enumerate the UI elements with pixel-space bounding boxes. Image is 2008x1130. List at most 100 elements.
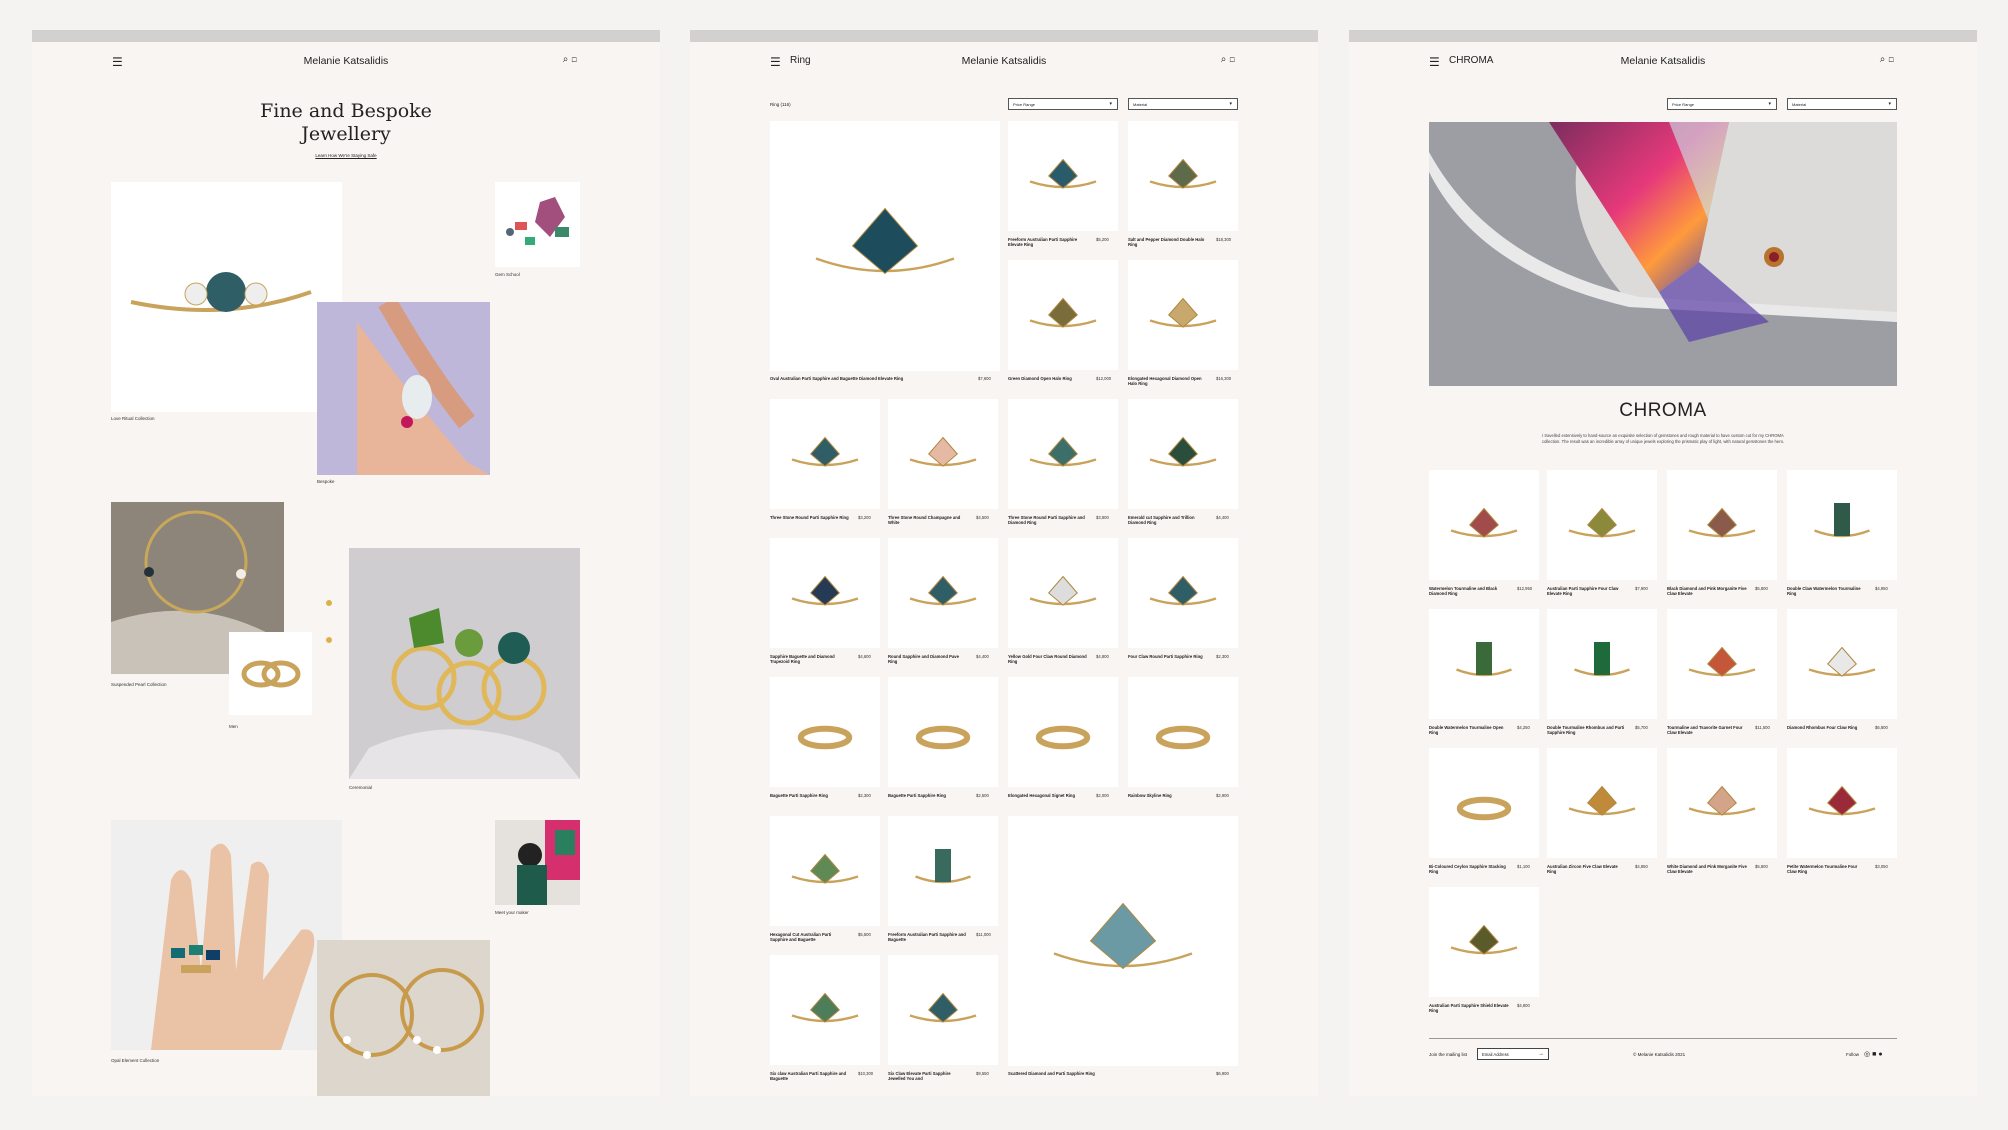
product-image[interactable] bbox=[770, 677, 880, 787]
product-name[interactable]: Watermelon Tourmaline and Black Diamond … bbox=[1429, 586, 1509, 596]
price-range-select[interactable]: Price Range ▾ bbox=[1667, 98, 1777, 110]
product-image[interactable] bbox=[1128, 260, 1238, 370]
meet-maker-image[interactable] bbox=[495, 820, 580, 905]
email-field[interactable]: Email Address → bbox=[1477, 1048, 1549, 1060]
product-name[interactable]: Emerald cut Sapphire and Trillion Diamon… bbox=[1128, 515, 1208, 525]
suspended-pearl-caption[interactable]: Suspended Pearl Collection bbox=[111, 682, 167, 687]
product-image[interactable] bbox=[1787, 470, 1897, 580]
arrow-right-icon[interactable]: → bbox=[1538, 1051, 1544, 1057]
product-name[interactable]: Round Sapphire and Diamond Pave Ring bbox=[888, 654, 968, 664]
product-name[interactable]: Hexagonal Cut Australian Parti Sapphire … bbox=[770, 932, 850, 942]
product-image[interactable] bbox=[770, 816, 880, 926]
product-name[interactable]: Baguette Parti Sapphire Ring bbox=[770, 793, 850, 798]
product-image[interactable] bbox=[1429, 470, 1539, 580]
product-name[interactable]: Double Claw Watermelon Tourmaline Ring bbox=[1787, 586, 1867, 596]
staying-safe-link[interactable]: Learn How We're Staying Safe bbox=[32, 153, 660, 158]
product-image[interactable] bbox=[1667, 470, 1777, 580]
product-name[interactable]: Australian Parti Sapphire Shield Elevate… bbox=[1429, 1003, 1509, 1013]
product-name[interactable]: Four Claw Round Parti Sapphire Ring bbox=[1128, 654, 1208, 659]
bag-icon[interactable]: ◻ bbox=[1229, 54, 1238, 65]
product-name[interactable]: Three Stone Round Champagne and White bbox=[888, 515, 968, 525]
product-name[interactable]: Freeform Australian Parti Sapphire and B… bbox=[888, 932, 968, 942]
product-image[interactable] bbox=[1429, 887, 1539, 997]
product-name[interactable]: Green Diamond Open Halo Ring bbox=[1008, 376, 1088, 381]
product-image[interactable] bbox=[1429, 609, 1539, 719]
opal-element-caption[interactable]: Opal Element Collection bbox=[111, 1058, 159, 1063]
pinterest-icon[interactable]: ● bbox=[1878, 1051, 1884, 1058]
product-image[interactable] bbox=[1008, 121, 1118, 231]
product-image[interactable] bbox=[770, 955, 880, 1065]
ceremonial-image[interactable] bbox=[349, 548, 580, 779]
price-range-select[interactable]: Price Range ▾ bbox=[1008, 98, 1118, 110]
material-select[interactable]: Material ▾ bbox=[1787, 98, 1897, 110]
product-image[interactable] bbox=[1128, 538, 1238, 648]
product-name[interactable]: Six claw Australian Parti Sapphire and B… bbox=[770, 1071, 850, 1081]
product-name[interactable]: Yellow Gold Four Claw Round Diamond Ring bbox=[1008, 654, 1088, 664]
brand-logo[interactable]: Melanie Katsalidis bbox=[770, 55, 1238, 67]
opal-element-image[interactable] bbox=[111, 820, 342, 1050]
product-image[interactable] bbox=[888, 677, 998, 787]
ceremonial-caption[interactable]: Ceremonial bbox=[349, 785, 372, 790]
product-image[interactable] bbox=[888, 816, 998, 926]
product-name[interactable]: Black Diamond and Pink Morganite Five Cl… bbox=[1667, 586, 1747, 596]
product-image[interactable] bbox=[1547, 609, 1657, 719]
bespoke-caption[interactable]: Bespoke bbox=[317, 479, 335, 484]
product-image[interactable] bbox=[1008, 399, 1118, 509]
product-name[interactable]: Six Claw Elevate Parti Sapphire Jewelled… bbox=[888, 1071, 968, 1081]
product-image[interactable] bbox=[888, 538, 998, 648]
product-name[interactable]: Tourmaline and Tsavorite Garnet Four Cla… bbox=[1667, 725, 1747, 735]
product-image[interactable] bbox=[888, 955, 998, 1065]
bag-icon[interactable]: ◻ bbox=[1888, 54, 1897, 65]
gem-school-caption[interactable]: Gem School bbox=[495, 272, 520, 277]
product-image[interactable] bbox=[1429, 748, 1539, 858]
product-image[interactable] bbox=[1128, 399, 1238, 509]
brand-logo[interactable]: Melanie Katsalidis bbox=[1429, 55, 1897, 67]
product-image[interactable] bbox=[770, 121, 1000, 371]
product-image[interactable] bbox=[1787, 748, 1897, 858]
product-name[interactable]: Three Stone Round Parti Sapphire Ring bbox=[770, 515, 850, 520]
men-caption[interactable]: Men bbox=[229, 724, 238, 729]
product-name[interactable]: Baguette Parti Sapphire Ring bbox=[888, 793, 968, 798]
love-ritual-caption[interactable]: Love Ritual Collection bbox=[111, 416, 155, 421]
product-name[interactable]: Double Tourmaline Rhombus and Parti Sapp… bbox=[1547, 725, 1627, 735]
product-name[interactable]: Oval Australian Parti Sapphire and Bague… bbox=[770, 376, 970, 381]
product-name[interactable]: Australian Parti Sapphire Four Claw Elev… bbox=[1547, 586, 1627, 596]
product-name[interactable]: White Diamond and Pink Morganite Five Cl… bbox=[1667, 864, 1747, 874]
product-name[interactable]: Elongated Hexagonal Signet Ring bbox=[1008, 793, 1088, 798]
product-image[interactable] bbox=[770, 538, 880, 648]
product-image[interactable] bbox=[1008, 260, 1118, 370]
men-image[interactable] bbox=[229, 632, 312, 715]
product-image[interactable] bbox=[1547, 470, 1657, 580]
product-image[interactable] bbox=[1787, 609, 1897, 719]
product-name[interactable]: Elongated Hexagonal Diamond Open Halo Ri… bbox=[1128, 376, 1208, 386]
product-image[interactable] bbox=[1128, 677, 1238, 787]
product-name[interactable]: Australian Zircon Five Claw Elevate Ring bbox=[1547, 864, 1627, 874]
product-image[interactable] bbox=[1547, 748, 1657, 858]
product-name[interactable]: Double Watermelon Tourmaline Open Ring bbox=[1429, 725, 1509, 735]
product-image[interactable] bbox=[1008, 538, 1118, 648]
product-name[interactable]: Sapphire Baguette and Diamond Trapezoid … bbox=[770, 654, 850, 664]
product-image[interactable] bbox=[1667, 609, 1777, 719]
love-ritual-image[interactable] bbox=[111, 182, 342, 412]
meet-maker-caption[interactable]: Meet your maker bbox=[495, 910, 529, 915]
product-name[interactable]: Scattered Diamond and Parti Sapphire Rin… bbox=[1008, 1071, 1208, 1076]
product-name[interactable]: Petite Watermelon Tourmaline Four Claw R… bbox=[1787, 864, 1867, 874]
product-image[interactable] bbox=[1128, 121, 1238, 231]
product-name[interactable]: Rainbow Skyline Ring bbox=[1128, 793, 1208, 798]
opal-hoops-image[interactable] bbox=[317, 940, 490, 1096]
instagram-icon[interactable]: ◎ bbox=[1864, 1051, 1872, 1058]
product-name[interactable]: Salt and Pepper Diamond Double Halo Ring bbox=[1128, 237, 1208, 247]
product-image[interactable] bbox=[1008, 677, 1118, 787]
product-image[interactable] bbox=[888, 399, 998, 509]
product-name[interactable]: Freeform Australian Parti Sapphire Eleva… bbox=[1008, 237, 1088, 247]
bag-icon[interactable]: ◻ bbox=[571, 54, 580, 65]
brand-logo[interactable]: Melanie Katsalidis bbox=[112, 55, 580, 67]
product-image[interactable] bbox=[1008, 816, 1238, 1066]
bespoke-image[interactable] bbox=[317, 302, 490, 475]
product-image[interactable] bbox=[770, 399, 880, 509]
product-name[interactable]: Diamond Rhombus Four Claw Ring bbox=[1787, 725, 1867, 730]
product-name[interactable]: Bi-Coloured Ceylon Sapphire Stacking Rin… bbox=[1429, 864, 1509, 874]
product-name[interactable]: Three Stone Round Parti Sapphire and Dia… bbox=[1008, 515, 1088, 525]
gem-school-image[interactable] bbox=[495, 182, 580, 267]
product-image[interactable] bbox=[1667, 748, 1777, 858]
